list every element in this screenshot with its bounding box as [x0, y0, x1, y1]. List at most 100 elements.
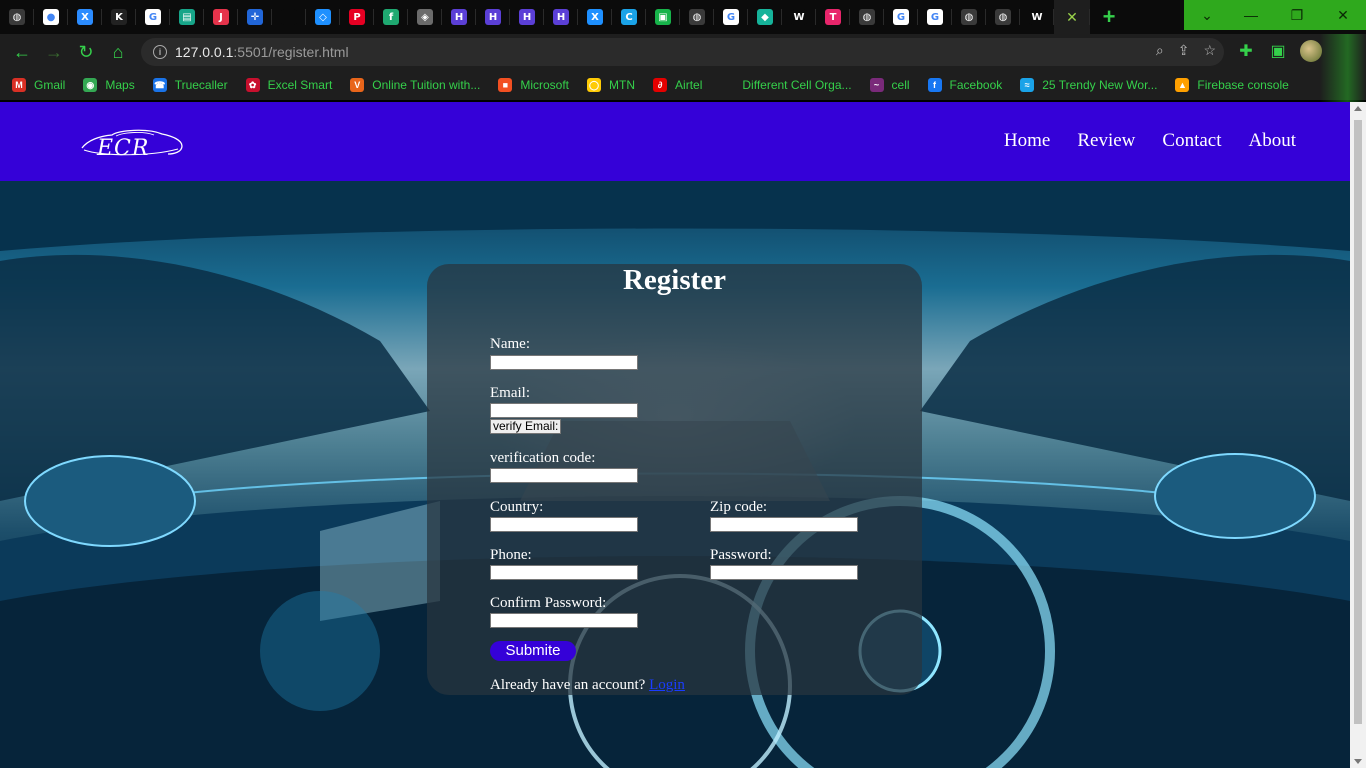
name-input[interactable] [490, 355, 638, 370]
nav-contact-link[interactable]: Contact [1162, 130, 1221, 152]
bookmark-item[interactable]: ▲ Firebase console [1175, 78, 1289, 92]
home-icon[interactable]: ⌂ [102, 36, 134, 68]
site-info-icon[interactable]: i [153, 45, 167, 59]
tab-search-button[interactable]: ⌄ [1184, 0, 1230, 30]
login-link[interactable]: Login [649, 677, 685, 693]
extensions-icon[interactable]: ✚ [1236, 41, 1256, 61]
google-icon: G [723, 9, 739, 25]
browser-tab[interactable]: T [816, 0, 850, 34]
bookmark-item[interactable]: V Online Tuition with... [350, 78, 480, 92]
bookmark-item[interactable]: ∂ Airtel [653, 78, 702, 92]
browser-tab[interactable]: W [782, 0, 816, 34]
bookmark-item[interactable]: ✿ Excel Smart [245, 78, 332, 92]
bookmark-item[interactable]: ◯ MTN [587, 78, 635, 92]
minimize-button[interactable]: — [1228, 0, 1274, 30]
browser-tab[interactable]: G [136, 0, 170, 34]
restore-button[interactable]: ❐ [1274, 0, 1320, 30]
browser-tab[interactable]: ◍ [0, 0, 34, 34]
active-tab[interactable]: ✕ [1054, 0, 1090, 34]
bookmark-star-icon[interactable]: ☆ [1203, 42, 1216, 59]
bookmark-item[interactable]: ~ cell [869, 78, 910, 92]
scrollbar-thumb[interactable] [1354, 120, 1362, 724]
verify-email-button[interactable]: verify Email: [490, 419, 562, 434]
share-icon[interactable]: ⇪ [1178, 42, 1190, 59]
browser-tab[interactable] [272, 0, 306, 34]
browser-tab[interactable]: H [442, 0, 476, 34]
browser-tab[interactable]: ◍ [850, 0, 884, 34]
email-input[interactable] [490, 403, 638, 418]
browser-tab[interactable]: ◍ [680, 0, 714, 34]
browser-tab[interactable]: ◆ [748, 0, 782, 34]
reload-icon[interactable]: ↻ [70, 36, 102, 68]
browser-tab[interactable]: G [884, 0, 918, 34]
browser-tab[interactable]: ◍ [952, 0, 986, 34]
bookmark-item[interactable]: ☎ Truecaller [152, 78, 228, 92]
browser-tab[interactable]: X [578, 0, 612, 34]
fn-icon: f [383, 9, 399, 25]
scroll-up-icon[interactable] [1354, 106, 1362, 111]
verification-code-input[interactable] [490, 468, 638, 483]
back-icon[interactable]: ← [6, 36, 38, 68]
browser-tab[interactable]: ● [34, 0, 68, 34]
browser-tab[interactable]: G [918, 0, 952, 34]
browser-tab[interactable]: ▣ [646, 0, 680, 34]
site-logo[interactable]: ECR [78, 126, 186, 166]
browser-tab[interactable]: ◍ [986, 0, 1020, 34]
w-icon: W [1029, 9, 1045, 25]
confirm-password-input[interactable] [490, 613, 638, 628]
close-tab-icon[interactable]: ✕ [1066, 9, 1078, 26]
browser-tab[interactable]: f [374, 0, 408, 34]
nav-about-link[interactable]: About [1249, 130, 1297, 152]
submit-button[interactable]: Submite [490, 641, 576, 661]
browser-tab[interactable]: ▤ [170, 0, 204, 34]
bookmark-item[interactable]: ■ Microsoft [498, 78, 569, 92]
zip-code-input[interactable] [710, 517, 858, 532]
bookmark-label: Maps [105, 78, 135, 92]
bookmark-item[interactable]: f Facebook [927, 78, 1002, 92]
google-icon: G [145, 9, 161, 25]
browser-tab[interactable]: W [1020, 0, 1054, 34]
bookmark-item[interactable]: ≈25 Trendy New Wor... [1020, 78, 1157, 92]
bookmarks-bar: M Gmail ◉ Maps ☎ Truecaller ✿ Excel Smart V Onlin… [0, 70, 1366, 100]
phone-input[interactable] [490, 565, 638, 580]
browser-tab[interactable]: H [544, 0, 578, 34]
country-input[interactable] [490, 517, 638, 532]
w-icon: W [791, 9, 807, 25]
browser-tab[interactable]: H [510, 0, 544, 34]
browser-tab[interactable]: ◇ [306, 0, 340, 34]
forward-icon[interactable]: → [38, 36, 70, 68]
hashnode-icon: H [485, 9, 501, 25]
browser-tab[interactable]: ✛ [238, 0, 272, 34]
profile-avatar[interactable] [1300, 40, 1322, 62]
browser-tab[interactable]: X [68, 0, 102, 34]
bookmark-item[interactable]: ◉ Maps [83, 78, 135, 92]
password-input[interactable] [710, 565, 858, 580]
side-panel-icon[interactable]: ▣ [1268, 41, 1288, 61]
scroll-down-icon[interactable] [1354, 759, 1362, 764]
phone-label: Phone: [490, 547, 532, 563]
browser-tab[interactable]: C [612, 0, 646, 34]
google-icon: G [893, 9, 909, 25]
site-header: ECR Home Review Contact About [0, 102, 1350, 181]
v-icon: V [350, 78, 365, 92]
new-tab-button[interactable]: + [1092, 0, 1126, 34]
close-window-button[interactable]: ✕ [1320, 0, 1366, 30]
browser-tab[interactable]: ◈ [408, 0, 442, 34]
nav-home-link[interactable]: Home [1004, 130, 1050, 152]
bookmark-label: Airtel [675, 78, 703, 92]
globe-icon: ◍ [961, 9, 977, 25]
browser-tab[interactable]: P [340, 0, 374, 34]
bookmark-item[interactable]: Different Cell Orga... [720, 78, 852, 92]
page-scrollbar[interactable] [1350, 102, 1366, 768]
browser-toolbar: ← → ↻ ⌂ i 127.0.0.1:5501/register.html ⌕… [0, 34, 1366, 70]
browser-tab[interactable]: H [476, 0, 510, 34]
email-label: Email: [490, 385, 530, 401]
bookmark-item[interactable]: M Gmail [12, 78, 65, 92]
browser-tab[interactable]: G [714, 0, 748, 34]
address-bar[interactable]: i 127.0.0.1:5501/register.html ⌕ ⇪ ☆ [141, 38, 1224, 66]
browser-tab[interactable]: J [204, 0, 238, 34]
nav-review-link[interactable]: Review [1077, 130, 1135, 152]
browser-tab[interactable]: K [102, 0, 136, 34]
tab-strip: ◍ ● X K G ▤ J ✛ ◇ Pf ◈ H H H H X C ▣ ◍ G ◆ W T ◍ G G ◍ ◍ W ✕ + [0, 0, 1366, 34]
zoom-icon[interactable]: ⌕ [1156, 42, 1164, 59]
